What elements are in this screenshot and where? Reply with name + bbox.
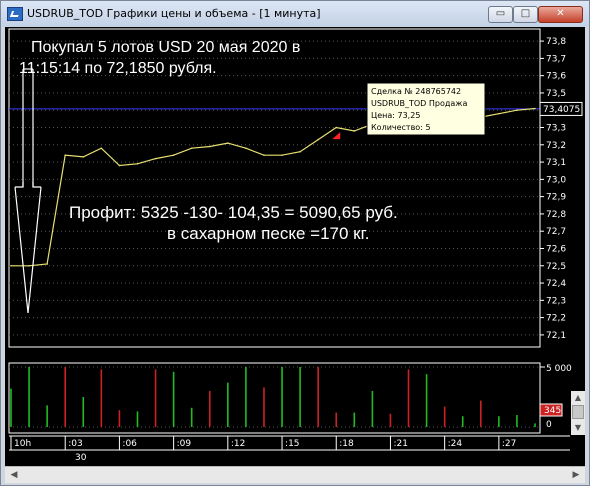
time-axis: 10h :03 :06 :09 :12 :15 :18 :21 :24 :27 30 xyxy=(9,435,570,463)
price-tick-label: 73,7 xyxy=(546,54,566,64)
price-point xyxy=(10,264,12,267)
price-point xyxy=(190,147,193,150)
price-tick-label: 73,2 xyxy=(546,141,566,151)
price-point xyxy=(335,126,338,129)
price-point xyxy=(353,130,356,132)
title-bar[interactable]: USDRUB_TOD Графики цены и объема - [1 ми… xyxy=(1,1,589,27)
price-point xyxy=(208,145,211,148)
volume-panel-frame xyxy=(8,362,541,434)
tooltip-quantity: Количество: 5 xyxy=(371,123,431,132)
price-point xyxy=(516,109,518,112)
price-tick-label: 73,6 xyxy=(546,72,566,82)
trade-marker[interactable] xyxy=(332,132,341,140)
chart-window: USDRUB_TOD Графики цены и объема - [1 ми… xyxy=(0,0,590,486)
tooltip-instrument-side: USDRUB_TOD Продажа xyxy=(371,99,468,108)
price-point xyxy=(245,147,247,150)
annotation-profit: Профит: 5325 -130- 104,35 = 5090,65 руб. xyxy=(69,203,398,222)
annotation-line-2: 11:15:14 по 72,1850 рубля. xyxy=(19,60,217,77)
close-button[interactable]: ✕ xyxy=(538,6,583,23)
price-tick-label: 72,4 xyxy=(546,279,566,289)
price-point xyxy=(227,142,229,144)
price-tick-label: 73,8 xyxy=(546,37,566,47)
trade-tooltip: Сделка № 248765742 USDRUB_TOD Продажа Це… xyxy=(366,82,486,136)
price-point xyxy=(46,263,48,265)
price-point xyxy=(534,107,536,110)
chart-app-icon xyxy=(7,7,23,21)
scroll-up-icon[interactable]: ▲ xyxy=(572,392,584,404)
price-tick-label: 72,5 xyxy=(546,262,566,272)
price-tick-label: 72,8 xyxy=(546,210,566,220)
horizontal-scrollbar[interactable]: ◀ ▶ xyxy=(5,466,585,483)
volume-bars xyxy=(10,367,536,427)
scroll-down-icon[interactable]: ▼ xyxy=(572,422,584,434)
time-tick-label: :15 xyxy=(285,439,299,449)
volume-grid xyxy=(9,366,540,428)
time-tick-label: :06 xyxy=(122,439,137,449)
price-tick-label: 73,3 xyxy=(546,124,566,134)
price-axis-ticks: 73,873,773,673,573,473,373,273,173,072,9… xyxy=(540,37,566,341)
window-title: USDRUB_TOD Графики цены и объема - [1 ми… xyxy=(27,7,321,20)
price-point xyxy=(154,157,157,160)
volume-zero-label: 0 xyxy=(546,420,552,430)
time-tick-label: :18 xyxy=(339,439,354,449)
annotation-line-1: Покупал 5 лотов USD 20 мая 2020 в xyxy=(31,39,300,56)
time-day-label: 30 xyxy=(75,453,87,463)
scroll-left-icon[interactable]: ◀ xyxy=(7,469,21,481)
price-point xyxy=(281,154,283,156)
scroll-thumb[interactable] xyxy=(572,405,584,419)
current-volume-label: 345 xyxy=(544,406,561,416)
volume-top-label: 5 000 xyxy=(546,364,572,374)
time-tick-label: :24 xyxy=(448,439,463,449)
chart-canvas[interactable]: 73,873,773,673,573,473,373,273,173,072,9… xyxy=(5,27,585,477)
time-tick-label: :12 xyxy=(231,439,245,449)
time-tick-label: :09 xyxy=(177,439,192,449)
price-point xyxy=(28,264,30,267)
price-point xyxy=(172,154,175,156)
tooltip-deal-number: Сделка № 248765742 xyxy=(371,87,461,96)
price-tick-label: 72,7 xyxy=(546,227,566,237)
price-point xyxy=(82,156,85,158)
price-point xyxy=(118,164,121,167)
annotation-arrow xyxy=(14,68,42,314)
price-point xyxy=(263,154,265,156)
current-price-label: 73,4075 xyxy=(543,105,580,115)
price-tick-label: 73,5 xyxy=(546,89,566,99)
time-tick-label: :03 xyxy=(68,439,82,449)
price-tick-label: 72,3 xyxy=(546,296,566,306)
time-tick-label: :27 xyxy=(502,439,516,449)
price-point xyxy=(64,154,67,156)
volume-vertical-scrollbar[interactable]: ▲ ▼ xyxy=(571,391,585,435)
price-point xyxy=(100,147,103,150)
minimize-button[interactable]: ▭ xyxy=(488,6,513,23)
price-tick-label: 73,1 xyxy=(546,158,566,168)
price-tick-label: 72,6 xyxy=(546,244,566,254)
maximize-button[interactable]: □ xyxy=(513,6,538,23)
price-point xyxy=(498,112,500,115)
price-point xyxy=(299,150,301,153)
price-tick-label: 72,2 xyxy=(546,314,566,324)
annotation-sugar: в сахарном песке =170 кг. xyxy=(167,224,369,243)
scroll-right-icon[interactable]: ▶ xyxy=(569,469,583,481)
price-tick-label: 73,0 xyxy=(546,175,566,185)
price-tick-label: 72,1 xyxy=(546,331,566,341)
chart-area[interactable]: 73,873,773,673,573,473,373,273,173,072,9… xyxy=(5,27,585,477)
price-tick-label: 72,9 xyxy=(546,193,566,203)
price-point xyxy=(136,163,139,165)
tooltip-price: Цена: 73,25 xyxy=(371,111,420,120)
price-point xyxy=(317,138,319,141)
time-tick-label: :21 xyxy=(393,439,407,449)
time-tick-label: 10h xyxy=(14,439,31,449)
